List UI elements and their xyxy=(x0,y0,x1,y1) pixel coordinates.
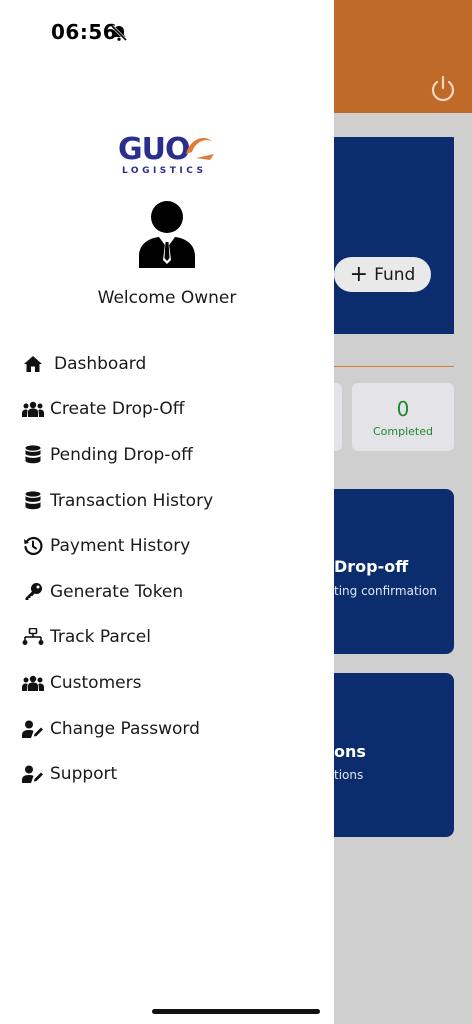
menu-label: Create Drop-Off xyxy=(50,399,185,420)
transactions-card[interactable]: ons tions xyxy=(318,673,454,837)
menu-item-support[interactable]: Support xyxy=(22,751,322,797)
balance-card xyxy=(318,137,454,334)
card-subtitle: tions xyxy=(334,768,364,782)
menu-label: Transaction History xyxy=(50,490,214,511)
power-icon[interactable] xyxy=(428,74,458,104)
key-icon xyxy=(22,581,44,603)
company-logo: GUO LOGISTICS xyxy=(118,132,216,178)
welcome-text: Welcome Owner xyxy=(97,288,237,308)
menu-label: Generate Token xyxy=(50,581,184,602)
menu-label: Support xyxy=(50,764,118,785)
menu-label: Customers xyxy=(50,672,142,693)
fund-label: Fund xyxy=(374,264,416,285)
logo-swoosh-icon xyxy=(186,138,214,160)
menu-label: Pending Drop-off xyxy=(50,444,193,465)
bell-slash-icon xyxy=(110,24,128,42)
users-icon xyxy=(22,672,44,694)
card-title: ons xyxy=(334,742,366,761)
user-edit-icon xyxy=(22,763,44,785)
user-avatar-icon xyxy=(139,201,195,268)
logo-wordmark: GUO xyxy=(118,132,190,167)
database-icon xyxy=(22,490,44,512)
card-subtitle: ting confirmation xyxy=(334,584,437,598)
menu-label: Payment History xyxy=(50,536,191,557)
fund-button[interactable]: + Fund xyxy=(334,257,431,292)
route-icon xyxy=(22,626,44,648)
menu-item-track-parcel[interactable]: Track Parcel xyxy=(22,615,322,661)
pending-dropoff-card[interactable]: Drop-off ting confirmation xyxy=(318,489,454,654)
menu-item-change-password[interactable]: Change Password xyxy=(22,706,322,752)
menu-item-create-dropoff[interactable]: Create Drop-Off xyxy=(22,387,322,433)
completed-count: 0 xyxy=(396,396,410,421)
user-edit-icon xyxy=(22,718,44,740)
history-icon xyxy=(22,535,44,557)
completed-label: Completed xyxy=(373,424,433,438)
card-title: Drop-off xyxy=(334,557,409,576)
plus-icon: + xyxy=(349,261,369,287)
home-icon xyxy=(22,353,44,375)
menu-item-payment-history[interactable]: Payment History xyxy=(22,523,322,569)
logo-subtext: LOGISTICS xyxy=(122,166,207,176)
menu-item-transaction-history[interactable]: Transaction History xyxy=(22,478,322,524)
navigation-drawer: 06:56 GUO LOGISTICS Welcome Owner Dashbo… xyxy=(0,0,334,1024)
drawer-menu: Dashboard Create Drop-Off Pending Drop-o… xyxy=(22,341,322,797)
status-time: 06:56 xyxy=(51,20,118,44)
divider xyxy=(318,366,454,367)
menu-item-dashboard[interactable]: Dashboard xyxy=(22,341,322,387)
menu-item-pending-dropoff[interactable]: Pending Drop-off xyxy=(22,432,322,478)
menu-label: Dashboard xyxy=(54,353,147,374)
menu-item-customers[interactable]: Customers xyxy=(22,660,322,706)
home-indicator[interactable] xyxy=(152,1009,320,1014)
menu-item-generate-token[interactable]: Generate Token xyxy=(22,569,322,615)
database-icon xyxy=(22,444,44,466)
completed-stat-card[interactable]: 0 Completed xyxy=(352,383,454,451)
users-icon xyxy=(22,398,44,420)
menu-label: Track Parcel xyxy=(50,627,151,648)
menu-label: Change Password xyxy=(50,718,200,739)
